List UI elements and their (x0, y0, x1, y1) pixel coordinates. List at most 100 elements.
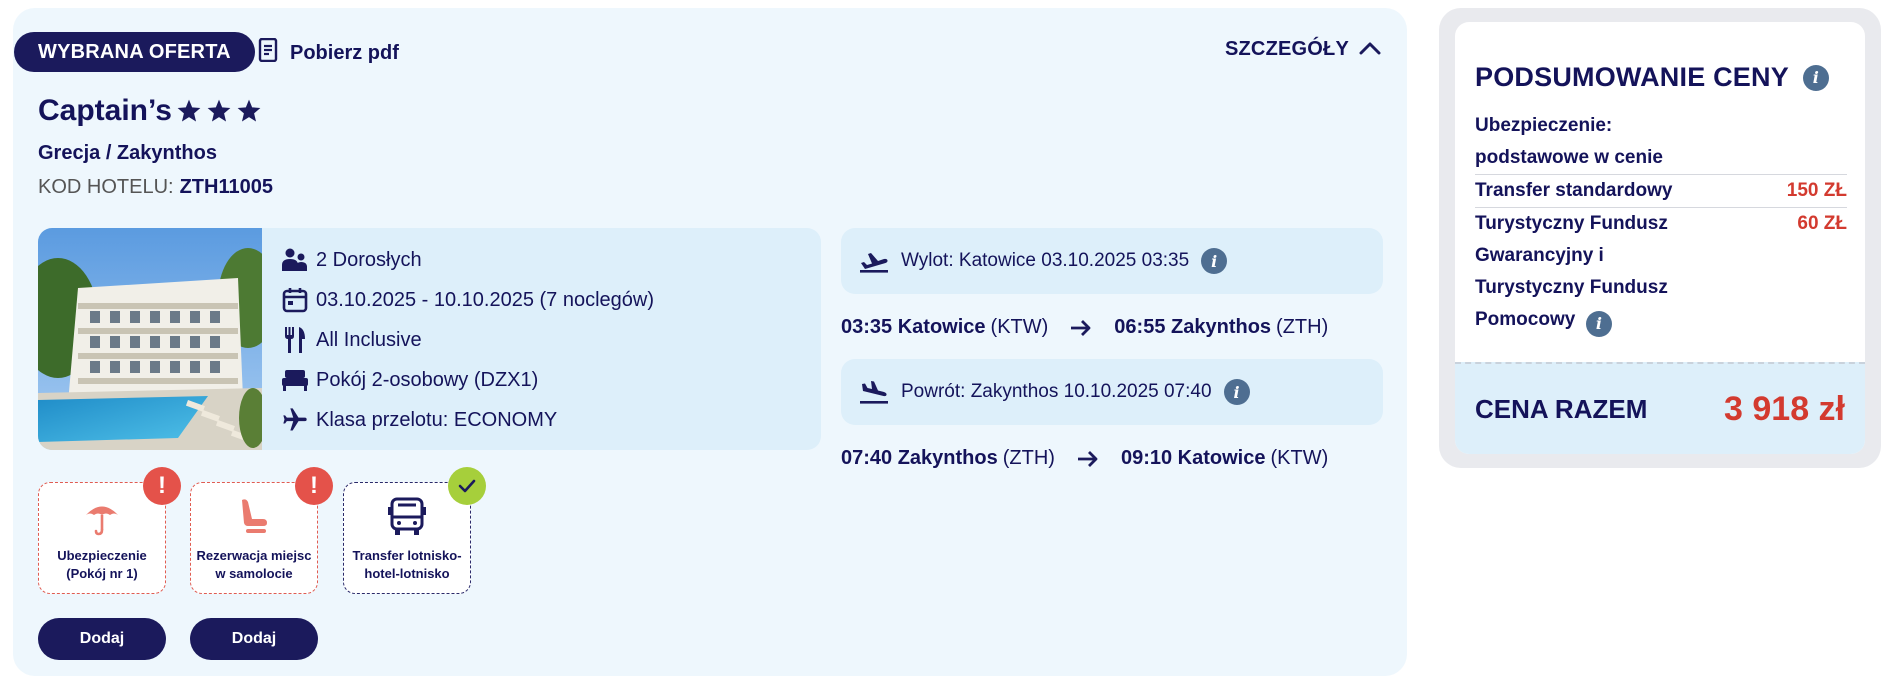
return-arr-time: 09:10 (1120, 447, 1173, 469)
takeoff-icon (859, 249, 889, 273)
hotel-name-text: Captain’s (38, 94, 172, 127)
people-icon (280, 245, 310, 275)
guests-text: 2 Dorosłych (316, 248, 422, 271)
addon-seat-reservation[interactable]: ! Rezerwacja miejsc w samolocie (190, 467, 333, 594)
bus-icon (388, 495, 426, 539)
board-row: All Inclusive (280, 320, 654, 360)
addon-transfer-line2: hotel-lotnisko (364, 566, 450, 581)
return-dep-time: 07:40 (841, 447, 893, 469)
hotel-code-label: KOD HOTELU: (38, 176, 174, 198)
addon-transfer-line1: Transfer lotnisko- (352, 548, 462, 563)
offer-info-list: 2 Dorosłych 03.10.2025 - 10.10.2025 (7 n… (280, 240, 654, 440)
landing-icon (859, 380, 889, 404)
add-seat-reservation-button[interactable]: Dodaj (190, 618, 318, 660)
fund-label: Turystyczny Fundusz Gwarancyjny i Turystyc… (1475, 208, 1668, 337)
download-pdf-link[interactable]: Pobierz pdf (258, 37, 399, 68)
hotel-name: Captain’s (38, 94, 262, 128)
hotel-code: KOD HOTELU: ZTH11005 (38, 176, 273, 199)
return-flight-pill: Powrót: Zakynthos 10.10.2025 07:40 i (841, 359, 1383, 425)
transfer-label: Transfer standardowy (1475, 180, 1673, 201)
insurance-row: Ubezpieczenie: podstawowe w cenie (1475, 110, 1847, 175)
departure-dep-city: Katowice (897, 316, 986, 338)
info-icon[interactable]: i (1802, 64, 1829, 91)
departure-arr-time: 06:55 (1114, 316, 1166, 338)
insurance-label: Ubezpieczenie: podstawowe w cenie (1475, 110, 1663, 174)
departure-arr-code: (ZTH) (1276, 316, 1329, 338)
price-summary-card: PODSUMOWANIE CENY i Ubezpieczenie: podsta… (1455, 22, 1865, 454)
dates-text: 03.10.2025 - 10.10.2025 (7 noclegów) (316, 288, 655, 311)
total-value: 3 918 zł (1724, 389, 1845, 428)
price-summary-title-text: PODSUMOWANIE CENY (1475, 62, 1789, 92)
star-icon (207, 99, 231, 122)
umbrella-icon (83, 495, 121, 539)
warning-icon: ! (143, 467, 181, 505)
fund-label-line4: Pomocowy (1475, 309, 1576, 330)
bed-icon (280, 365, 310, 395)
offer-card: WYBRANA OFERTA Pobierz pdf SZCZEGÓŁY Cap… (13, 8, 1407, 676)
return-dep-code: (ZTH) (1002, 447, 1055, 469)
selected-offer-badge: WYBRANA OFERTA (14, 32, 255, 72)
arrow-right-icon (1077, 450, 1099, 468)
return-label: Powrót: Zakynthos 10.10.2025 07:40 (901, 381, 1212, 402)
fund-label-line3: Turystyczny Fundusz (1475, 277, 1668, 298)
offer-info-box: 2 Dorosłych 03.10.2025 - 10.10.2025 (7 n… (38, 228, 821, 450)
hotel-code-value: ZTH11005 (179, 176, 273, 198)
flight-class-row: Klasa przelotu: ECONOMY (280, 400, 654, 440)
checkmark-icon (448, 467, 486, 505)
details-toggle[interactable]: SZCZEGÓŁY (1225, 38, 1381, 61)
guests-row: 2 Dorosłych (280, 240, 654, 280)
price-summary-rows: Ubezpieczenie: podstawowe w cenie Transfe… (1475, 110, 1847, 337)
details-label: SZCZEGÓŁY (1224, 38, 1349, 60)
star-icon (177, 99, 201, 122)
hotel-photo[interactable] (38, 228, 262, 450)
insurance-line2: podstawowe w cenie (1475, 147, 1663, 168)
departure-flight-pill: Wylot: Katowice 03.10.2025 03:35 i (841, 228, 1383, 294)
total-price-box: CENA RAZEM 3 918 zł (1455, 362, 1865, 454)
star-icon (237, 99, 261, 122)
dates-row: 03.10.2025 - 10.10.2025 (7 noclegów) (280, 280, 654, 320)
fund-label-line2: Gwarancyjny i (1475, 245, 1604, 266)
departure-dep-time: 03:35 (841, 316, 893, 338)
calendar-icon (280, 285, 310, 315)
room-text: Pokój 2-osobowy (DZX1) (316, 368, 539, 391)
chevron-up-icon (1359, 38, 1381, 61)
departure-route: 03:35 Katowice (KTW) 06:55 Zakynthos (ZTH) (841, 316, 1328, 339)
board-text: All Inclusive (316, 328, 422, 351)
fund-price: 60 ZŁ (1797, 213, 1847, 234)
addon-seat-line1: Rezerwacja miejsc (196, 548, 312, 563)
return-arr-city: Katowice (1177, 447, 1266, 469)
return-route: 07:40 Zakynthos (ZTH) 09:10 Katowice (KTW) (841, 447, 1328, 470)
cutlery-icon (280, 325, 310, 355)
addon-insurance-line1: Ubezpieczenie (57, 548, 147, 563)
hotel-location: Grecja / Zakynthos (38, 142, 217, 164)
addon-seat-line2: w samolocie (215, 566, 293, 581)
warning-icon: ! (295, 467, 333, 505)
price-summary-title: PODSUMOWANIE CENY i (1475, 62, 1829, 93)
return-dep-city: Zakynthos (897, 447, 998, 469)
price-summary-panel: PODSUMOWANIE CENY i Ubezpieczenie: podsta… (1439, 8, 1881, 468)
departure-label: Wylot: Katowice 03.10.2025 03:35 (901, 250, 1190, 271)
addon-transfer[interactable]: Transfer lotnisko- hotel-lotnisko (343, 467, 486, 594)
departure-arr-city: Zakynthos (1171, 316, 1272, 338)
hotel-stars (176, 98, 262, 124)
addon-insurance-line2: (Pokój nr 1) (66, 566, 138, 581)
return-arr-code: (KTW) (1270, 447, 1329, 469)
room-row: Pokój 2-osobowy (DZX1) (280, 360, 654, 400)
departure-dep-code: (KTW) (990, 316, 1049, 338)
transfer-row: Transfer standardowy 150 ZŁ (1475, 175, 1847, 208)
seat-icon (237, 495, 271, 539)
transfer-price: 150 ZŁ (1786, 180, 1847, 201)
info-icon[interactable]: i (1223, 379, 1250, 405)
fund-label-line1: Turystyczny Fundusz (1475, 213, 1668, 234)
add-insurance-button[interactable]: Dodaj (38, 618, 166, 660)
airplane-icon (280, 405, 310, 435)
document-icon (258, 37, 278, 68)
addon-insurance[interactable]: ! Ubezpieczenie (Pokój nr 1) (38, 467, 181, 594)
total-label: CENA RAZEM (1475, 393, 1648, 424)
download-pdf-label: Pobierz pdf (290, 41, 399, 64)
insurance-line1: Ubezpieczenie: (1475, 115, 1613, 136)
arrow-right-icon (1070, 319, 1092, 337)
fund-row: Turystyczny Fundusz Gwarancyjny i Turystyc… (1475, 208, 1847, 337)
info-icon[interactable]: i (1201, 248, 1228, 274)
info-icon[interactable]: i (1585, 311, 1612, 337)
